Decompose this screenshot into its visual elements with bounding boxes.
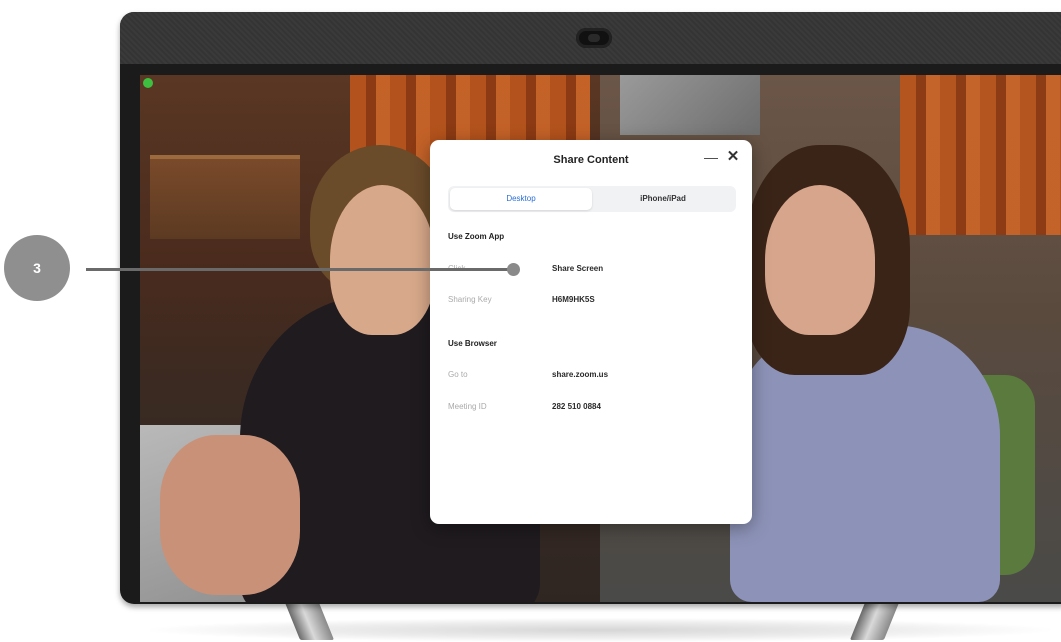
share-tabs: Desktop iPhone/iPad xyxy=(448,186,736,212)
soundbar xyxy=(120,12,1061,64)
curtain-right xyxy=(900,75,1061,235)
section-heading-browser: Use Browser xyxy=(448,339,497,348)
minimize-icon[interactable]: — xyxy=(702,148,720,166)
callout-line xyxy=(86,268,512,271)
status-dot-icon xyxy=(143,78,153,88)
row-key-sharing-key: Sharing Key xyxy=(448,295,492,304)
tv-floor-shadow xyxy=(150,618,1050,642)
row-value-sharing-key: H6M9HK5S xyxy=(552,295,595,304)
shelf xyxy=(150,155,300,239)
row-key-meeting-id: Meeting ID xyxy=(448,402,487,411)
laptop xyxy=(620,75,760,135)
callout-number-badge: 3 xyxy=(4,235,70,301)
tab-desktop[interactable]: Desktop xyxy=(450,188,592,210)
tab-iphone-ipad[interactable]: iPhone/iPad xyxy=(592,188,734,210)
close-icon[interactable]: ✕ xyxy=(724,148,742,166)
camera-icon xyxy=(576,28,612,48)
callout-dot xyxy=(507,263,520,276)
participant-2-face xyxy=(765,185,875,335)
participant-1-arm xyxy=(160,435,300,595)
participant-1-face xyxy=(330,185,435,335)
row-key-go-to: Go to xyxy=(448,370,468,379)
row-value-share-screen: Share Screen xyxy=(552,264,604,273)
section-heading-zoom-app: Use Zoom App xyxy=(448,232,505,241)
row-value-share-url: share.zoom.us xyxy=(552,370,609,379)
row-value-meeting-id: 282 510 0884 xyxy=(552,402,601,411)
share-content-dialog: Share Content — ✕ Desktop iPhone/iPad Us… xyxy=(430,140,752,524)
